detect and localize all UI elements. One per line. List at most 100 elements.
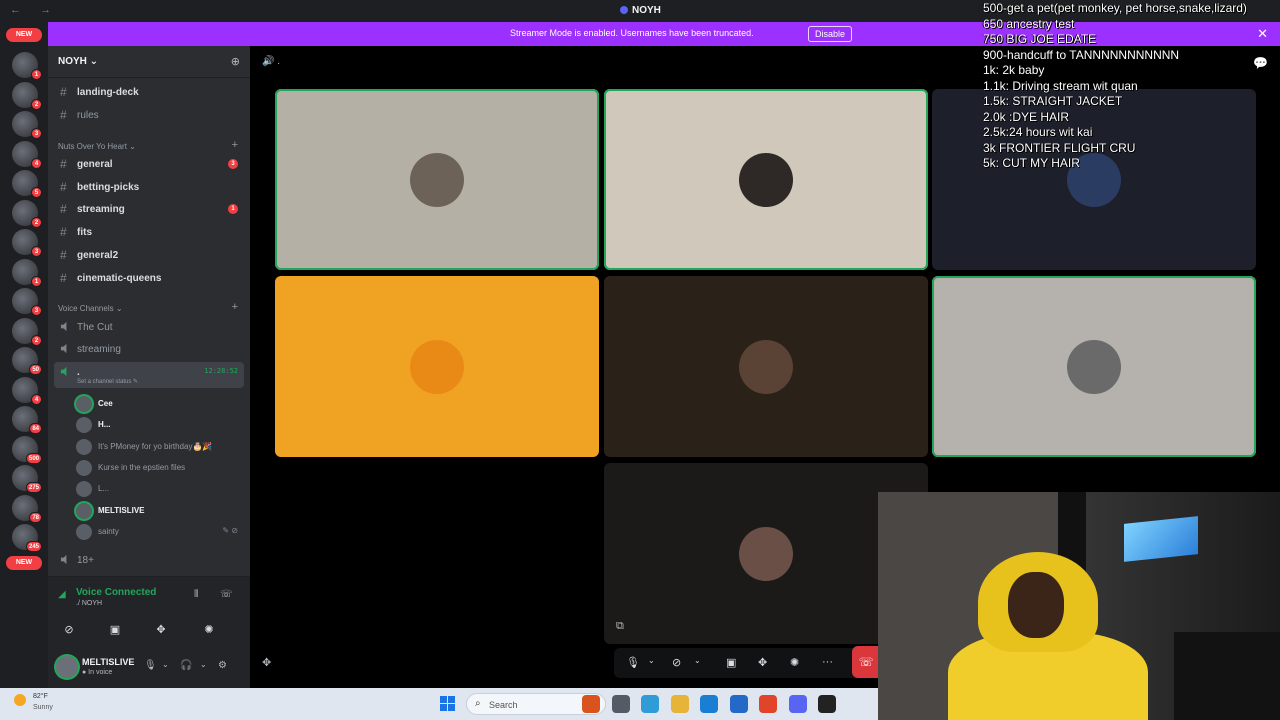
screen-share-icon[interactable]: ▣ — [102, 619, 128, 641]
voice-member[interactable]: L... — [76, 479, 244, 499]
server-icon[interactable]: 275 — [12, 465, 42, 493]
category-voice-channels[interactable]: Voice Channels ⌄ — [58, 304, 123, 313]
participant-tile[interactable] — [275, 276, 599, 457]
mic-icon[interactable]: 🎙 — [626, 656, 640, 669]
activities-icon[interactable]: ✥ — [758, 656, 767, 669]
channel-general2[interactable]: # general2 — [54, 245, 244, 265]
chevron-down-icon[interactable]: ⌄ — [648, 656, 655, 665]
server-icon[interactable]: 78 — [12, 494, 42, 523]
server-icon[interactable]: 500 — [12, 435, 42, 464]
activities-icon[interactable]: ✥ — [148, 619, 174, 641]
server-icon[interactable]: 84 — [12, 406, 42, 434]
screen-share-icon[interactable]: ▣ — [726, 656, 736, 669]
channel-betting-picks[interactable]: # betting-picks — [54, 177, 244, 197]
participant-tile[interactable] — [275, 89, 599, 270]
noise-suppression-icon[interactable]: ⦀ — [194, 589, 198, 600]
voice-channel-streaming[interactable]: streaming — [54, 339, 244, 359]
windows-start-icon[interactable] — [440, 696, 456, 712]
server-icon[interactable]: 50 — [12, 347, 42, 375]
headphones-icon[interactable]: 🎧 — [180, 660, 192, 671]
user-status: ● In voice — [82, 669, 113, 676]
channel-streaming[interactable]: # streaming 1 — [54, 199, 244, 219]
channel-general[interactable]: # general 3 — [54, 154, 244, 174]
participant-tile[interactable] — [604, 276, 928, 457]
avatar — [76, 459, 92, 476]
mic-icon[interactable]: 🎙 — [144, 660, 157, 671]
voice-member[interactable]: sainty ✎ ⊘ — [76, 522, 244, 542]
back-forward-icons[interactable]: ← → — [10, 4, 59, 16]
speaker-icon — [60, 554, 67, 565]
camera-off-icon[interactable]: ⊘ — [672, 656, 681, 669]
server-badge: 3 — [31, 305, 42, 316]
server-name[interactable]: NOYH ⌄ — [58, 56, 98, 67]
create-voice-channel-icon[interactable]: + — [232, 301, 238, 313]
disconnect-icon[interactable]: ☏ — [220, 589, 233, 600]
taskbar-app-icon[interactable] — [700, 695, 718, 713]
participant-tile[interactable] — [604, 89, 928, 270]
avatar — [76, 417, 92, 434]
camera-off-icon[interactable]: ⊘ — [56, 619, 82, 641]
voice-channel-active[interactable]: . 12:28:52 Set a channel status ✎ — [54, 362, 244, 388]
server-icon[interactable]: 3 — [12, 111, 42, 139]
taskbar-app-icon[interactable] — [788, 695, 807, 713]
popout-icon[interactable]: ⧉ — [616, 620, 624, 633]
server-icon[interactable]: 3 — [12, 288, 42, 316]
voice-member[interactable]: H... — [76, 415, 244, 435]
server-icon[interactable]: 1 — [12, 258, 42, 287]
voice-channel-the-cut[interactable]: The Cut — [54, 317, 244, 337]
participant-tile[interactable] — [932, 276, 1256, 457]
server-icon[interactable]: 1 — [12, 52, 42, 80]
server-icon[interactable]: 4 — [12, 376, 42, 405]
channel-cinematic-queens[interactable]: # cinematic-queens — [54, 268, 244, 288]
server-icon[interactable]: 4 — [12, 140, 42, 169]
server-badge: 4 — [31, 157, 42, 169]
disable-streamer-mode-button[interactable]: Disable — [808, 26, 853, 42]
voice-member[interactable]: Cee — [76, 394, 244, 414]
voice-channel-18plus[interactable]: 18+ — [54, 550, 244, 570]
server-icon[interactable]: 5 — [12, 170, 42, 198]
server-header[interactable]: NOYH ⌄ ⊕ — [48, 46, 250, 78]
more-icon[interactable]: ··· — [822, 656, 833, 668]
channel-landing-deck[interactable]: # landing-deck — [54, 82, 244, 102]
goal-line: 2.0k :DYE HAIR — [983, 109, 1070, 124]
category-nuts-over-yo-heart[interactable]: Nuts Over Yo Heart ⌄ — [58, 142, 136, 151]
taskbar-app-icon[interactable] — [641, 695, 659, 713]
avatar — [76, 481, 92, 498]
voice-member[interactable]: Kurse in the epstien files — [76, 458, 244, 478]
chevron-down-icon[interactable]: ⌄ — [200, 660, 207, 669]
server-icon[interactable]: 2 — [12, 81, 42, 110]
add-user-icon[interactable]: ⊕ — [231, 55, 240, 68]
member-name: L... — [98, 484, 110, 494]
server-icon — [620, 6, 628, 14]
speaker-icon — [60, 321, 67, 332]
gear-icon[interactable]: ⚙ — [218, 660, 227, 671]
weather-icon[interactable] — [14, 694, 26, 706]
signal-icon[interactable]: ◢ — [58, 589, 66, 600]
member-name: Cee — [98, 399, 113, 408]
voice-member[interactable]: MELTISLIVE — [76, 501, 244, 521]
voice-connected-sub[interactable]: ./ NOYH — [76, 600, 102, 607]
taskbar-app-icon[interactable] — [670, 695, 689, 713]
taskbar-app-icon[interactable] — [582, 695, 600, 713]
disconnect-button[interactable]: ☏ — [852, 646, 880, 678]
taskbar-app-icon[interactable] — [611, 695, 630, 713]
server-icon[interactable]: 245 — [12, 524, 42, 552]
create-channel-icon[interactable]: + — [232, 139, 238, 151]
search-label: Search — [489, 700, 518, 710]
server-icon[interactable]: 3 — [12, 229, 42, 257]
chevron-down-icon[interactable]: ⌄ — [162, 660, 169, 669]
soundboard-icon[interactable]: ✺ — [790, 656, 799, 669]
chevron-down-icon[interactable]: ⌄ — [694, 656, 701, 665]
taskbar-app-icon[interactable] — [729, 695, 748, 713]
channel-fits[interactable]: # fits — [54, 222, 244, 242]
set-channel-status[interactable]: Set a channel status ✎ — [77, 378, 138, 385]
voice-member[interactable]: It's PMoney for yo birthday🎂🎉 — [76, 437, 244, 457]
avatar[interactable] — [56, 656, 78, 678]
soundboard-icon[interactable]: ✺ — [196, 619, 222, 641]
channel-rules[interactable]: # rules — [54, 105, 244, 125]
server-icon[interactable]: 2 — [12, 317, 42, 346]
member-grid-icon[interactable]: ✥ — [262, 656, 271, 669]
taskbar-app-icon[interactable] — [759, 695, 777, 713]
taskbar-app-icon[interactable] — [818, 695, 836, 713]
server-icon[interactable]: 2 — [12, 199, 42, 228]
